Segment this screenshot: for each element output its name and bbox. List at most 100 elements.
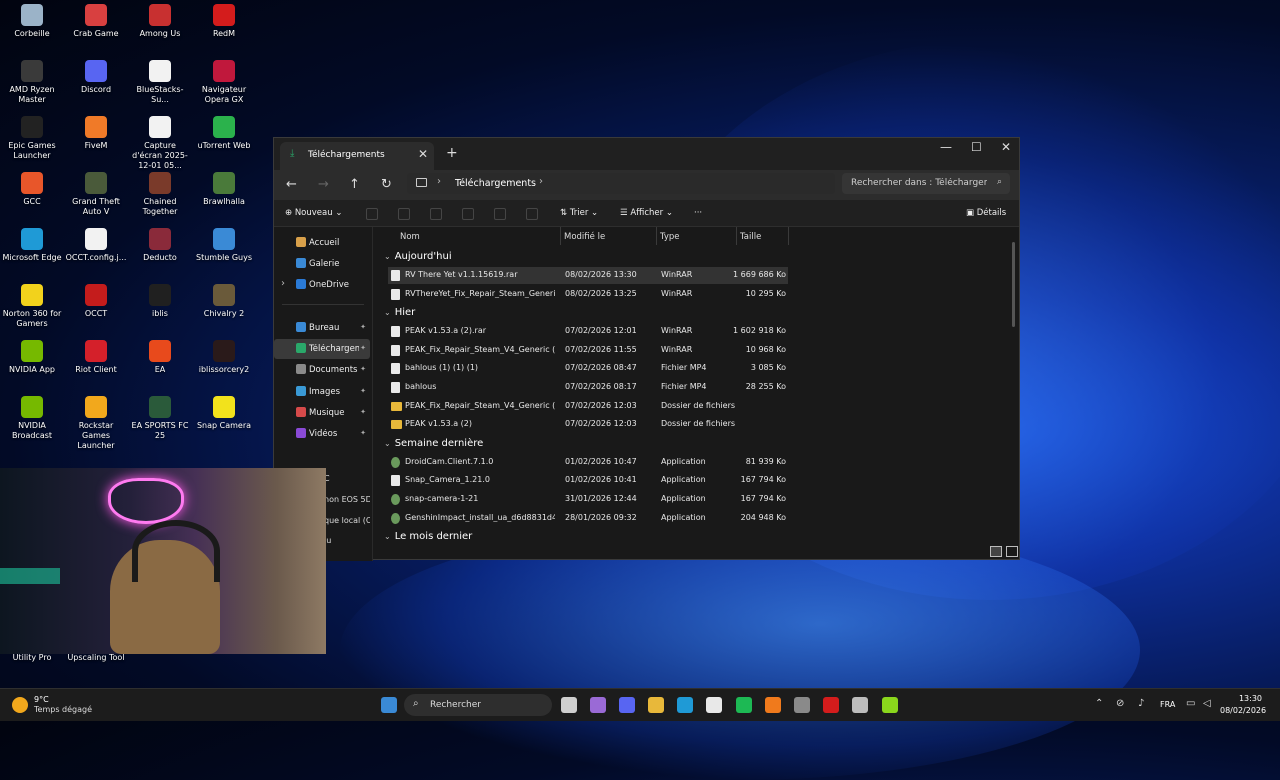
sidebar-item[interactable]: Téléchargements✦: [274, 339, 370, 359]
minimize-button[interactable]: —: [940, 140, 952, 154]
microphone-icon[interactable]: ♪: [1138, 698, 1144, 709]
desktop-icon[interactable]: uTorrent Web: [192, 116, 256, 151]
tab-downloads[interactable]: ⤓ Téléchargements ✕: [280, 142, 434, 170]
copilot-icon[interactable]: [590, 697, 606, 713]
sidebar-item[interactable]: Images ✦: [274, 382, 370, 402]
sidebar-item[interactable]: Bureau ✦: [274, 318, 370, 338]
desktop-icon[interactable]: Snap Camera: [192, 396, 256, 431]
file-row[interactable]: bahlous (1) (1) (1) 07/02/2026 08:47 Fichi…: [388, 360, 788, 377]
sidebar-partial-item[interactable]: non EOS 5D: [324, 495, 370, 504]
desktop-icon[interactable]: Among Us: [128, 4, 192, 39]
column-separator[interactable]: [736, 227, 737, 245]
display-icon[interactable]: ▭: [1186, 698, 1195, 709]
new-button[interactable]: ⊕ Nouveau ⌄: [285, 208, 342, 218]
file-row[interactable]: RV There Yet v1.1.15619.rar 08/02/2026 13…: [388, 267, 788, 284]
volume-icon[interactable]: ◁: [1203, 698, 1211, 709]
sidebar-partial-item[interactable]: que local (C: [324, 516, 370, 525]
file-row[interactable]: PEAK_Fix_Repair_Steam_V4_Generic (3) 07/0…: [388, 398, 788, 415]
forward-arrow-icon[interactable]: →: [318, 177, 329, 192]
sidebar-item[interactable]: Musique ✦: [274, 403, 370, 423]
more-options-button[interactable]: ···: [694, 208, 702, 218]
paste-icon[interactable]: [430, 208, 442, 220]
details-view-icon[interactable]: [990, 546, 1002, 557]
spotify-icon[interactable]: [736, 697, 752, 713]
arrow-app-icon[interactable]: [882, 697, 898, 713]
sidebar-item[interactable]: Documents ✦: [274, 360, 370, 380]
column-separator[interactable]: [560, 227, 561, 245]
desktop-icon[interactable]: Microsoft Edge: [0, 228, 64, 263]
file-row[interactable]: GenshinImpact_install_ua_d6d8831d43cc 28/…: [388, 510, 788, 527]
desktop-icon[interactable]: Norton 360 for Gamers: [0, 284, 64, 329]
cut-icon[interactable]: [366, 208, 378, 220]
group-header[interactable]: ⌄ Le mois dernier: [384, 531, 472, 542]
refresh-icon[interactable]: ↻: [381, 177, 392, 192]
desktop-icon[interactable]: OCCT.config.j...: [64, 228, 128, 263]
desktop-icon[interactable]: Chivalry 2: [192, 284, 256, 319]
desktop-icon[interactable]: Navigateur Opera GX: [192, 60, 256, 105]
rename-icon[interactable]: [462, 208, 474, 220]
file-row[interactable]: PEAK v1.53.a (2) 07/02/2026 12:03 Dossier …: [388, 416, 788, 433]
desktop-icon[interactable]: Stumble Guys: [192, 228, 256, 263]
column-separator[interactable]: [788, 227, 789, 245]
sort-button[interactable]: ⇅ Trier ⌄: [560, 208, 598, 218]
file-row[interactable]: RVThereYet_Fix_Repair_Steam_Generic.rar 0…: [388, 286, 788, 303]
delete-icon[interactable]: [526, 208, 538, 220]
file-explorer-icon[interactable]: [648, 697, 664, 713]
desktop-icon[interactable]: Epic Games Launcher: [0, 116, 64, 161]
start-icon[interactable]: [381, 697, 397, 713]
desktop-icon[interactable]: Grand Theft Auto V: [64, 172, 128, 217]
sidebar-partial-item[interactable]: iu: [324, 536, 370, 545]
edge-icon[interactable]: [677, 697, 693, 713]
sidebar-partial-item[interactable]: C: [324, 474, 370, 483]
column-header-type[interactable]: Type: [660, 232, 680, 242]
breadcrumb-downloads[interactable]: Téléchargements: [455, 178, 536, 189]
desktop-icon[interactable]: Corbeille: [0, 4, 64, 39]
task-view-icon[interactable]: [561, 697, 577, 713]
copy-icon[interactable]: [398, 208, 410, 220]
desktop-icon[interactable]: BlueStacks-Su...: [128, 60, 192, 105]
new-tab-button[interactable]: +: [446, 145, 458, 161]
tiles-view-icon[interactable]: [1006, 546, 1018, 557]
network-icon[interactable]: ⊘: [1116, 698, 1124, 709]
column-header-name[interactable]: Nom: [400, 232, 420, 242]
details-button[interactable]: ▣ Détails: [966, 208, 1006, 218]
file-row[interactable]: bahlous 07/02/2026 08:17 Fichier MP4 28 255…: [388, 379, 788, 396]
desktop-icon[interactable]: EA SPORTS FC 25: [128, 396, 192, 441]
maximize-button[interactable]: ☐: [971, 140, 982, 154]
desktop-icon[interactable]: Riot Client: [64, 340, 128, 375]
desktop-icon[interactable]: Crab Game: [64, 4, 128, 39]
column-header-size[interactable]: Taille: [740, 232, 761, 242]
weather-desc[interactable]: Temps dégagé: [34, 705, 92, 714]
clock-date[interactable]: 08/02/2026: [1220, 706, 1266, 715]
desktop-icon[interactable]: Brawlhalla: [192, 172, 256, 207]
desktop-icon[interactable]: RedM: [192, 4, 256, 39]
desktop-icon[interactable]: iblis: [128, 284, 192, 319]
language-indicator[interactable]: FRA: [1160, 700, 1175, 709]
address-bar[interactable]: › Téléchargements ›: [407, 173, 835, 194]
up-arrow-icon[interactable]: ↑: [349, 177, 360, 192]
desktop-icon[interactable]: EA: [128, 340, 192, 375]
desktop-icon[interactable]: GCC: [0, 172, 64, 207]
file-row[interactable]: Snap_Camera_1.21.0 01/02/2026 10:41 Applic…: [388, 472, 788, 489]
file-row[interactable]: PEAK_Fix_Repair_Steam_V4_Generic (3).rar…: [388, 342, 788, 359]
sidebar-item[interactable]: Galerie: [274, 254, 370, 274]
desktop-icon[interactable]: Discord: [64, 60, 128, 95]
app-icon[interactable]: [852, 697, 868, 713]
file-row[interactable]: PEAK v1.53.a (2).rar 07/02/2026 12:01 WinR…: [388, 323, 788, 340]
close-window-button[interactable]: ✕: [1001, 140, 1011, 154]
weather-icon[interactable]: [12, 697, 28, 713]
clock-time[interactable]: 13:30: [1236, 694, 1262, 703]
desktop-icon[interactable]: Chained Together: [128, 172, 192, 217]
share-icon[interactable]: [494, 208, 506, 220]
vertical-scrollbar[interactable]: [1012, 242, 1015, 327]
vlc-icon[interactable]: [765, 697, 781, 713]
back-arrow-icon[interactable]: ←: [286, 177, 297, 192]
desktop-icon[interactable]: iblissorcery2: [192, 340, 256, 375]
close-tab-icon[interactable]: ✕: [418, 147, 428, 161]
search-input[interactable]: Rechercher dans : Téléchargements ⌕: [842, 173, 1010, 194]
column-separator[interactable]: [656, 227, 657, 245]
column-header-modified[interactable]: Modifié le: [564, 232, 605, 242]
redm-icon[interactable]: [823, 697, 839, 713]
chevron-up-icon[interactable]: ⌃: [1095, 698, 1103, 709]
desktop-icon[interactable]: OCCT: [64, 284, 128, 319]
